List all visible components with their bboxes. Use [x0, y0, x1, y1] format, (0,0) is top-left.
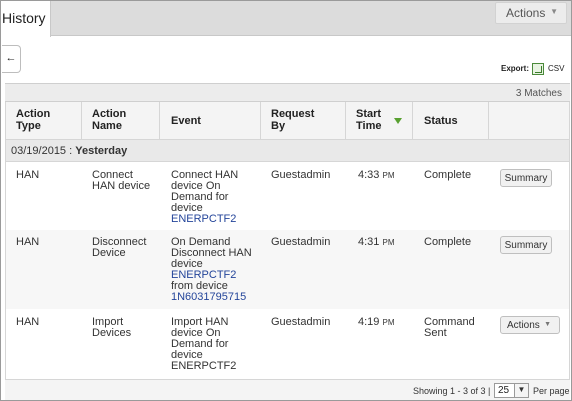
cell-request-by: Guestadmin: [271, 316, 331, 328]
date-group-row: 03/19/2015 : Yesterday: [6, 140, 569, 162]
sort-descending-icon[interactable]: [394, 118, 402, 124]
summary-button[interactable]: Summary: [500, 236, 552, 254]
device-link[interactable]: ENERPCTF2: [171, 214, 238, 225]
cell-action-name: Import Devices: [92, 316, 132, 339]
tab-history[interactable]: History: [1, 1, 51, 37]
cell-status: Command Sent: [424, 316, 475, 339]
column-header-start-time[interactable]: Start Time: [356, 108, 381, 132]
group-label: Yesterday: [75, 145, 128, 157]
summary-button[interactable]: Summary: [500, 169, 552, 187]
cell-status: Complete: [424, 169, 472, 181]
back-button[interactable]: ←: [2, 45, 21, 73]
cell-status: Complete: [424, 236, 472, 248]
matches-bar: 3 Matches: [5, 83, 570, 102]
per-page-label: Per page: [533, 386, 570, 396]
cell-start-time: 4:33 PM: [358, 169, 395, 181]
cell-start-time: 4:31 PM: [358, 236, 395, 248]
cell-request-by: Guestadmin: [271, 169, 331, 181]
table-row: HAN Import Devices Import HAN device On D…: [6, 310, 569, 379]
table-row: HAN Disconnect Device On Demand Disconnec…: [6, 230, 569, 309]
cell-event: On Demand Disconnect HAN device ENERPCTF…: [171, 236, 252, 303]
export-label: Export:: [501, 64, 529, 73]
table-row: HAN Connect HAN device Connect HAN device…: [6, 163, 569, 229]
cell-action-type: HAN: [16, 316, 40, 328]
cell-action-type: HAN: [16, 169, 40, 181]
chevron-down-icon: ▼: [544, 321, 551, 328]
actions-menu-label: Actions: [506, 6, 546, 20]
chevron-down-icon: ▼: [550, 7, 558, 16]
meter-link[interactable]: 1N6031795715: [171, 292, 252, 303]
group-date: 03/19/2015: [11, 145, 67, 157]
export-csv-link[interactable]: CSV: [548, 64, 564, 73]
column-header-action-type[interactable]: Action Type: [16, 108, 50, 132]
row-actions-button[interactable]: Actions ▼: [500, 316, 560, 334]
table-header: Action Type Action Name Event Request By St…: [6, 102, 569, 140]
column-header-request-by[interactable]: Request By: [271, 108, 314, 132]
showing-count: Showing 1 - 3 of 3 |: [413, 386, 491, 396]
dropdown-arrow-icon[interactable]: ▼: [514, 384, 528, 397]
cell-action-type: HAN: [16, 236, 40, 248]
page-size-select[interactable]: 25 ▼: [494, 383, 529, 398]
cell-event: Import HAN device On Demand for device E…: [171, 316, 237, 372]
actions-menu-button[interactable]: Actions ▼: [495, 2, 567, 24]
column-header-event[interactable]: Event: [171, 115, 201, 127]
history-table: Action Type Action Name Event Request By St…: [5, 102, 570, 379]
excel-icon[interactable]: [532, 63, 544, 75]
pagination-footer: Showing 1 - 3 of 3 | 25 ▼ Per page: [5, 379, 570, 400]
cell-start-time: 4:19 PM: [358, 316, 395, 328]
column-header-status[interactable]: Status: [424, 115, 458, 127]
matches-count: 3 Matches: [515, 88, 562, 99]
history-panel: History Actions ▼ ← Export: CSV 3 Matche…: [0, 0, 572, 401]
row-actions-label: Actions: [507, 320, 540, 331]
cell-request-by: Guestadmin: [271, 236, 331, 248]
cell-action-name: Connect HAN device: [92, 169, 151, 192]
tab-bar: History Actions ▼: [1, 1, 571, 37]
page-size-value: 25: [498, 385, 510, 396]
column-header-action-name[interactable]: Action Name: [92, 108, 126, 132]
cell-event: Connect HAN device On Demand for device …: [171, 169, 239, 225]
cell-action-name: Disconnect Device: [92, 236, 147, 259]
back-arrow-icon: ←: [5, 52, 17, 64]
